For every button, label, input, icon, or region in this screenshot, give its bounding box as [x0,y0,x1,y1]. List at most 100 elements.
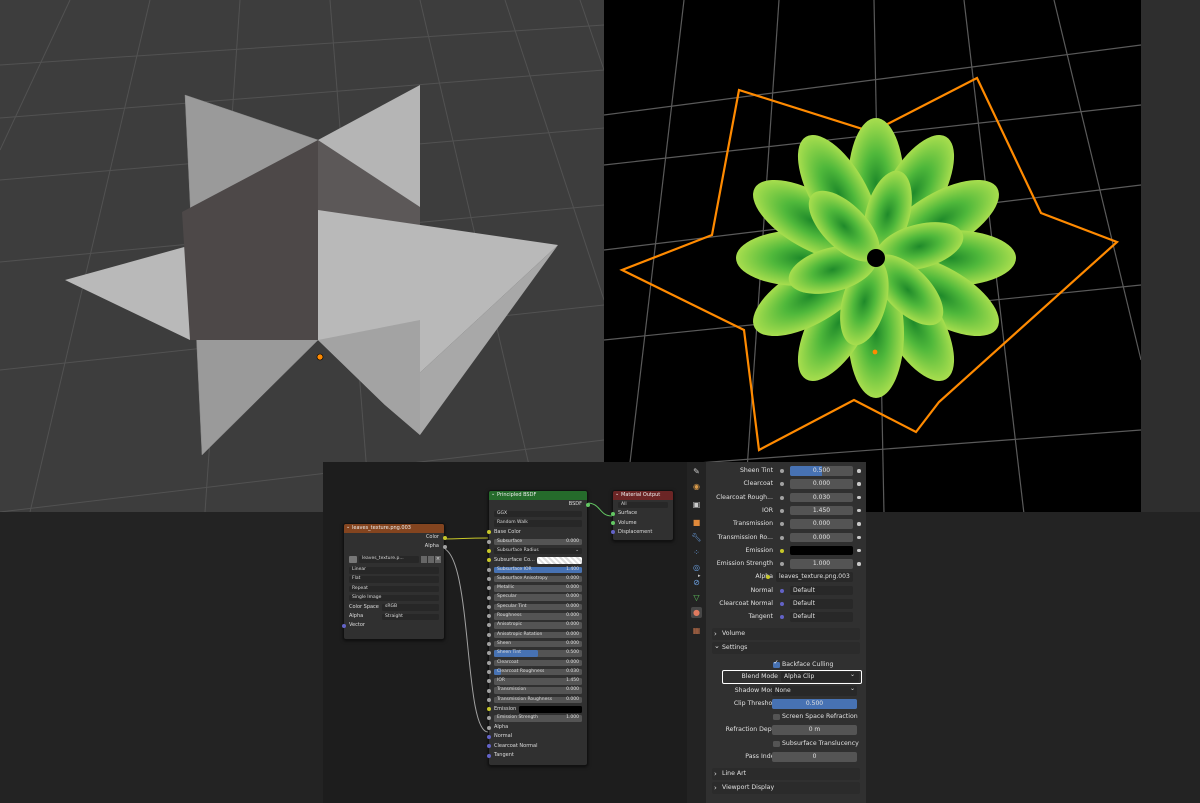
value-slider[interactable]: Sheen 0.000 [494,640,582,648]
image-texture-node[interactable]: leaves_texture.png.003 Color Alpha leave… [341,523,447,640]
volume-socket-icon[interactable] [610,521,615,526]
socket-link-icon[interactable] [780,562,784,567]
subsurface-method-dropdown[interactable]: Random Walk [489,519,587,528]
value-slider[interactable]: Specular 0.000 [494,594,582,601]
socket-link-icon[interactable] [780,508,784,513]
input-socket-icon[interactable] [486,679,491,684]
distribution-dropdown[interactable]: GGX [489,509,587,518]
input-socket-icon[interactable] [486,697,491,702]
node-header[interactable]: Material Output [613,490,673,500]
checkbox-checked-icon[interactable] [773,659,780,668]
linked-input-field[interactable]: leaves_texture.png.003 [776,572,853,582]
value-slider[interactable]: Sheen Tint 0.500 [494,650,582,657]
interpolation-dropdown[interactable]: Linear [344,566,444,575]
value-slider[interactable]: Anisotropic Rotation 0.000 [494,631,582,639]
screen-space-refraction-checkbox[interactable]: Screen Space Refraction [773,710,863,723]
tool-tab-icon[interactable]: ✎ [691,466,702,477]
socket-link-icon[interactable] [780,588,784,593]
keyframe-icon[interactable] [857,469,861,473]
socket-link-icon[interactable] [780,495,784,500]
input-socket-icon[interactable] [486,614,491,619]
blend-mode-dropdown[interactable]: Alpha Clip [781,672,859,682]
material-properties-panel[interactable]: ✎ ◉ ▣ ■ 🔧︎ ⁘ ◎ ⊘ ▽ ● ▦ Sheen Tint 0.500 Cl… [687,462,866,803]
input-socket-icon[interactable] [486,669,491,674]
value-slider[interactable]: Subsurface 0.000 [494,538,582,546]
value-slider[interactable]: Specular Tint 0.000 [494,603,582,611]
socket-link-icon[interactable] [780,535,784,540]
viewport-material-preview[interactable] [604,0,1141,514]
bsdf-socket-icon[interactable] [585,502,590,507]
value-slider[interactable]: Metallic 0.000 [494,585,582,592]
projection-dropdown[interactable]: Flat [344,575,444,584]
keyframe-icon[interactable] [857,495,861,500]
value-field[interactable]: 0.000 [790,519,853,529]
keyframe-icon[interactable] [857,482,861,486]
value-slider[interactable]: IOR 1.450 [494,678,582,685]
input-socket-icon[interactable] [486,642,491,647]
target-dropdown[interactable]: All [613,500,673,509]
input-socket-icon[interactable] [486,725,491,730]
keyframe-icon[interactable] [857,535,861,539]
value-slider[interactable]: Clearcoat 0.000 [494,659,582,667]
input-socket-icon[interactable] [486,660,491,665]
value-field[interactable]: 1.000 [790,559,853,569]
folder-icon[interactable] [428,555,434,563]
source-dropdown[interactable]: Single Image [344,593,444,602]
socket-link-icon[interactable] [780,482,784,487]
data-tab-icon[interactable]: ▽ [691,592,702,603]
input-socket-icon[interactable] [486,735,491,740]
material-output-node[interactable]: Material Output All Surface Volume Displ… [610,490,674,541]
value-slider[interactable]: Subsurface Anisotropy 0.000 [494,575,582,583]
linked-input-field[interactable]: Default [790,599,853,609]
viewport-solid[interactable] [0,0,604,512]
input-socket-icon[interactable] [486,707,491,712]
viewport-display-section[interactable]: Viewport Display [712,782,860,794]
alpha-socket-icon[interactable] [442,544,447,549]
extension-dropdown[interactable]: Repeat [344,584,444,593]
input-socket-icon[interactable] [486,595,491,600]
expand-arrow-icon[interactable]: ▸ [698,573,701,579]
input-socket-icon[interactable] [486,586,491,591]
input-socket-icon[interactable] [486,604,491,609]
line-art-section[interactable]: Line Art [712,768,860,780]
modifier-tab-icon[interactable]: 🔧︎ [691,532,702,543]
input-socket-icon[interactable] [486,576,491,581]
value-slider[interactable]: Emission Strength 1.000 [494,715,582,722]
input-socket-icon[interactable] [486,567,491,572]
input-socket-icon[interactable] [486,744,491,749]
input-socket-icon[interactable] [486,651,491,656]
image-icon[interactable] [349,555,357,563]
alpha-mode-dropdown[interactable]: Straight [382,613,439,621]
clip-threshold-slider[interactable]: 0.500 [772,699,857,709]
vector-dropdown[interactable]: Subsurface Radius ⌄ [494,547,582,555]
displacement-socket-icon[interactable] [610,530,615,535]
material-tab-icon[interactable]: ● [691,607,702,618]
subsurface-translucency-checkbox[interactable]: Subsurface Translucency [773,737,863,750]
object-tab-icon[interactable]: ■ [691,517,702,528]
input-socket-icon[interactable] [486,623,491,628]
linked-input-field[interactable]: Default [790,585,853,596]
socket-link-icon[interactable] [780,522,784,527]
keyframe-icon[interactable] [857,522,861,526]
value-slider[interactable]: Transmission Roughness 0.000 [494,696,582,704]
color-swatch[interactable] [519,706,582,713]
pass-index-field[interactable]: 0 [772,752,857,762]
output-tab-icon[interactable]: ▣ [691,499,702,510]
image-name-field[interactable]: leaves_texture.p... [359,555,419,563]
color-space-dropdown[interactable]: sRGB [382,604,439,611]
input-socket-icon[interactable] [486,549,491,554]
socket-link-icon[interactable] [780,548,784,553]
socket-link-icon[interactable] [780,469,784,473]
color-swatch[interactable] [537,557,582,564]
value-field[interactable]: 0.000 [790,479,853,489]
refraction-depth-field[interactable]: 0 m [772,725,857,735]
input-socket-icon[interactable] [486,753,491,758]
input-socket-icon[interactable] [486,716,491,721]
input-socket-icon[interactable] [486,530,491,535]
color-socket-icon[interactable] [442,535,447,540]
value-field[interactable]: 1.450 [790,505,853,516]
fake-user-icon[interactable] [421,555,427,563]
color-field[interactable] [790,545,853,556]
close-icon[interactable]: × [435,555,441,563]
socket-link-icon[interactable] [780,602,784,606]
